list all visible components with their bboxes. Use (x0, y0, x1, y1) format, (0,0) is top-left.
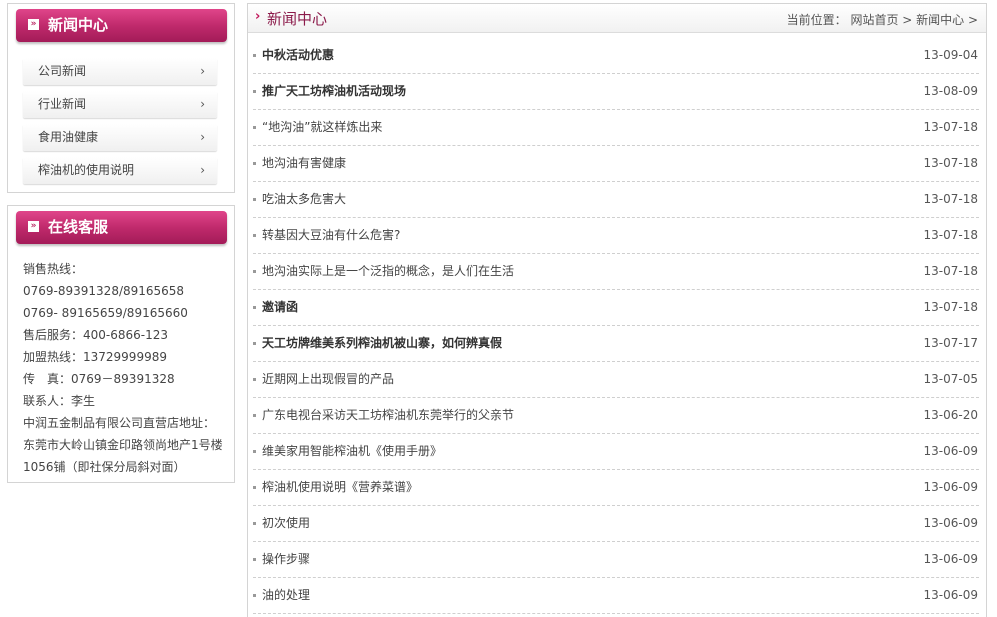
news-row: 地沟油有害健康 13-07-18 (253, 146, 979, 182)
news-row: 初次使用 13-06-09 (253, 506, 979, 542)
news-row: 地沟油实际上是一个泛指的概念，是人们在生活 13-07-18 (253, 254, 979, 290)
news-row: 操作步骤 13-06-09 (253, 542, 979, 578)
news-row: 转基因大豆油有什么危害? 13-07-18 (253, 218, 979, 254)
bullet-icon (253, 90, 256, 93)
news-row: 榨油机使用说明《营养菜谱》 13-06-09 (253, 470, 979, 506)
news-title-link[interactable]: 转基因大豆油有什么危害? (262, 218, 400, 253)
news-title-link[interactable]: 操作步骤 (262, 542, 310, 577)
news-date: 13-07-18 (923, 264, 978, 278)
news-title-link[interactable]: 地沟油有害健康 (262, 146, 346, 181)
category-item-press-instructions[interactable]: 榨油机的使用说明 › (23, 157, 217, 184)
store-address-line-2: 1056铺（即社保分局斜对面） (23, 460, 186, 474)
category-label: 食用油健康 (38, 130, 99, 144)
bullet-icon (253, 558, 256, 561)
news-title-link[interactable]: 油的处理 (262, 578, 310, 613)
news-title-link[interactable]: 近期网上出现假冒的产品 (262, 362, 394, 397)
news-row: 中秋活动优惠 13-09-04 (253, 38, 979, 74)
news-row: 油的处理 13-06-09 (253, 578, 979, 614)
sales-phone-1: 0769-89391328/89165658 (23, 284, 185, 298)
news-date: 13-07-18 (923, 120, 978, 134)
category-item-industry-news[interactable]: 行业新闻 › (23, 91, 217, 118)
chevron-right-icon: › (200, 64, 205, 78)
news-date: 13-07-18 (923, 228, 978, 242)
news-title-link[interactable]: 中秋活动优惠 (262, 38, 334, 73)
news-title-link[interactable]: 天工坊牌维美系列榨油机被山寨，如何辨真假 (262, 326, 502, 361)
category-label: 公司新闻 (38, 64, 87, 78)
news-panel-title: 新闻中心 (48, 16, 109, 34)
chevron-right-icon: › (200, 97, 205, 111)
fax-line: 传 真：0769－89391328 (23, 372, 175, 386)
news-list-header: › 新闻中心 当前位置： 网站首页 > 新闻中心 > (248, 4, 986, 33)
news-date: 13-06-09 (923, 552, 978, 566)
bullet-icon (253, 162, 256, 165)
news-row: 广东电视台采访天工坊榨油机东莞举行的父亲节 13-06-20 (253, 398, 979, 434)
bullet-icon (253, 126, 256, 129)
news-date: 13-06-09 (923, 444, 978, 458)
sales-phone-2: 0769- 89165659/89165660 (23, 306, 188, 320)
news-row: 维美家用智能榨油机《使用手册》 13-06-09 (253, 434, 979, 470)
news-row: 吃油太多危害大 13-07-18 (253, 182, 979, 218)
breadcrumb: 当前位置： 网站首页 > 新闻中心 > (786, 13, 978, 27)
bullet-icon (253, 486, 256, 489)
news-title-link[interactable]: 推广天工坊榨油机活动现场 (262, 74, 406, 109)
news-title-link[interactable]: 广东电视台采访天工坊榨油机东莞举行的父亲节 (262, 398, 514, 433)
bullet-icon (253, 450, 256, 453)
news-row: 近期网上出现假冒的产品 13-07-05 (253, 362, 979, 398)
category-item-oil-health[interactable]: 食用油健康 › (23, 124, 217, 151)
store-address-line-1: 东莞市大岭山镇金印路领尚地产1号楼 (23, 438, 223, 452)
news-title-link[interactable]: 初次使用 (262, 506, 310, 541)
online-service-panel: » 在线客服 销售热线： 0769-89391328/89165658 0769… (7, 205, 235, 483)
store-address-label: 中润五金制品有限公司直营店地址： (23, 416, 216, 430)
franchise-line: 加盟热线：13729999989 (23, 350, 167, 364)
bullet-icon (253, 594, 256, 597)
news-title-link[interactable]: 维美家用智能榨油机《使用手册》 (262, 434, 442, 469)
news-date: 13-07-05 (923, 372, 978, 386)
news-category-panel: » 新闻中心 公司新闻 › 行业新闻 › 食用油健康 › 榨油机的使用说明 › (7, 3, 235, 193)
news-title-link[interactable]: “地沟油”就这样炼出来 (262, 110, 382, 145)
news-title-link[interactable]: 邀请函 (262, 290, 298, 325)
news-row: 天工坊牌维美系列榨油机被山寨，如何辨真假 13-07-17 (253, 326, 979, 362)
news-panel-header: » 新闻中心 (16, 9, 227, 42)
news-list-panel: › 新闻中心 当前位置： 网站首页 > 新闻中心 > 中秋活动优惠 13-09-… (247, 3, 987, 617)
news-date: 13-08-09 (923, 84, 978, 98)
news-row: 推广天工坊榨油机活动现场 13-08-09 (253, 74, 979, 110)
news-date: 13-07-18 (923, 156, 978, 170)
news-date: 13-07-18 (923, 300, 978, 314)
category-label: 榨油机的使用说明 (38, 163, 135, 177)
news-row: “地沟油”就这样炼出来 13-07-18 (253, 110, 979, 146)
news-date: 13-07-17 (923, 336, 978, 350)
bullet-icon (253, 54, 256, 57)
news-title-link[interactable]: 地沟油实际上是一个泛指的概念，是人们在生活 (262, 254, 514, 289)
chevron-right-icon: › (200, 163, 205, 177)
sales-hotline-label: 销售热线： (23, 262, 84, 276)
bullet-icon (253, 378, 256, 381)
category-item-company-news[interactable]: 公司新闻 › (23, 58, 217, 85)
contact-person: 联系人：李生 (23, 394, 96, 408)
page-title: 新闻中心 (267, 10, 328, 28)
category-label: 行业新闻 (38, 97, 87, 111)
news-date: 13-07-18 (923, 192, 978, 206)
bullet-icon (253, 414, 256, 417)
bullet-icon (253, 198, 256, 201)
chevron-right-icon: › (200, 130, 205, 144)
bullet-icon (253, 270, 256, 273)
news-date: 13-06-09 (923, 516, 978, 530)
bullet-icon (253, 234, 256, 237)
bullet-icon (253, 522, 256, 525)
news-row: 邀请函 13-07-18 (253, 290, 979, 326)
double-arrow-icon: » (28, 19, 39, 30)
service-panel-header: » 在线客服 (16, 211, 227, 244)
news-date: 13-06-09 (923, 588, 978, 602)
news-date: 13-06-09 (923, 480, 978, 494)
bullet-icon (253, 342, 256, 345)
bullet-icon (253, 306, 256, 309)
news-date: 13-09-04 (923, 48, 978, 62)
service-panel-title: 在线客服 (48, 218, 109, 236)
news-title-link[interactable]: 吃油太多危害大 (262, 182, 346, 217)
news-date: 13-06-20 (923, 408, 978, 422)
double-arrow-icon: » (28, 221, 39, 232)
after-sales-line: 售后服务：400-6866-123 (23, 328, 169, 342)
arrow-right-icon: › (255, 9, 261, 24)
news-title-link[interactable]: 榨油机使用说明《营养菜谱》 (262, 470, 418, 505)
